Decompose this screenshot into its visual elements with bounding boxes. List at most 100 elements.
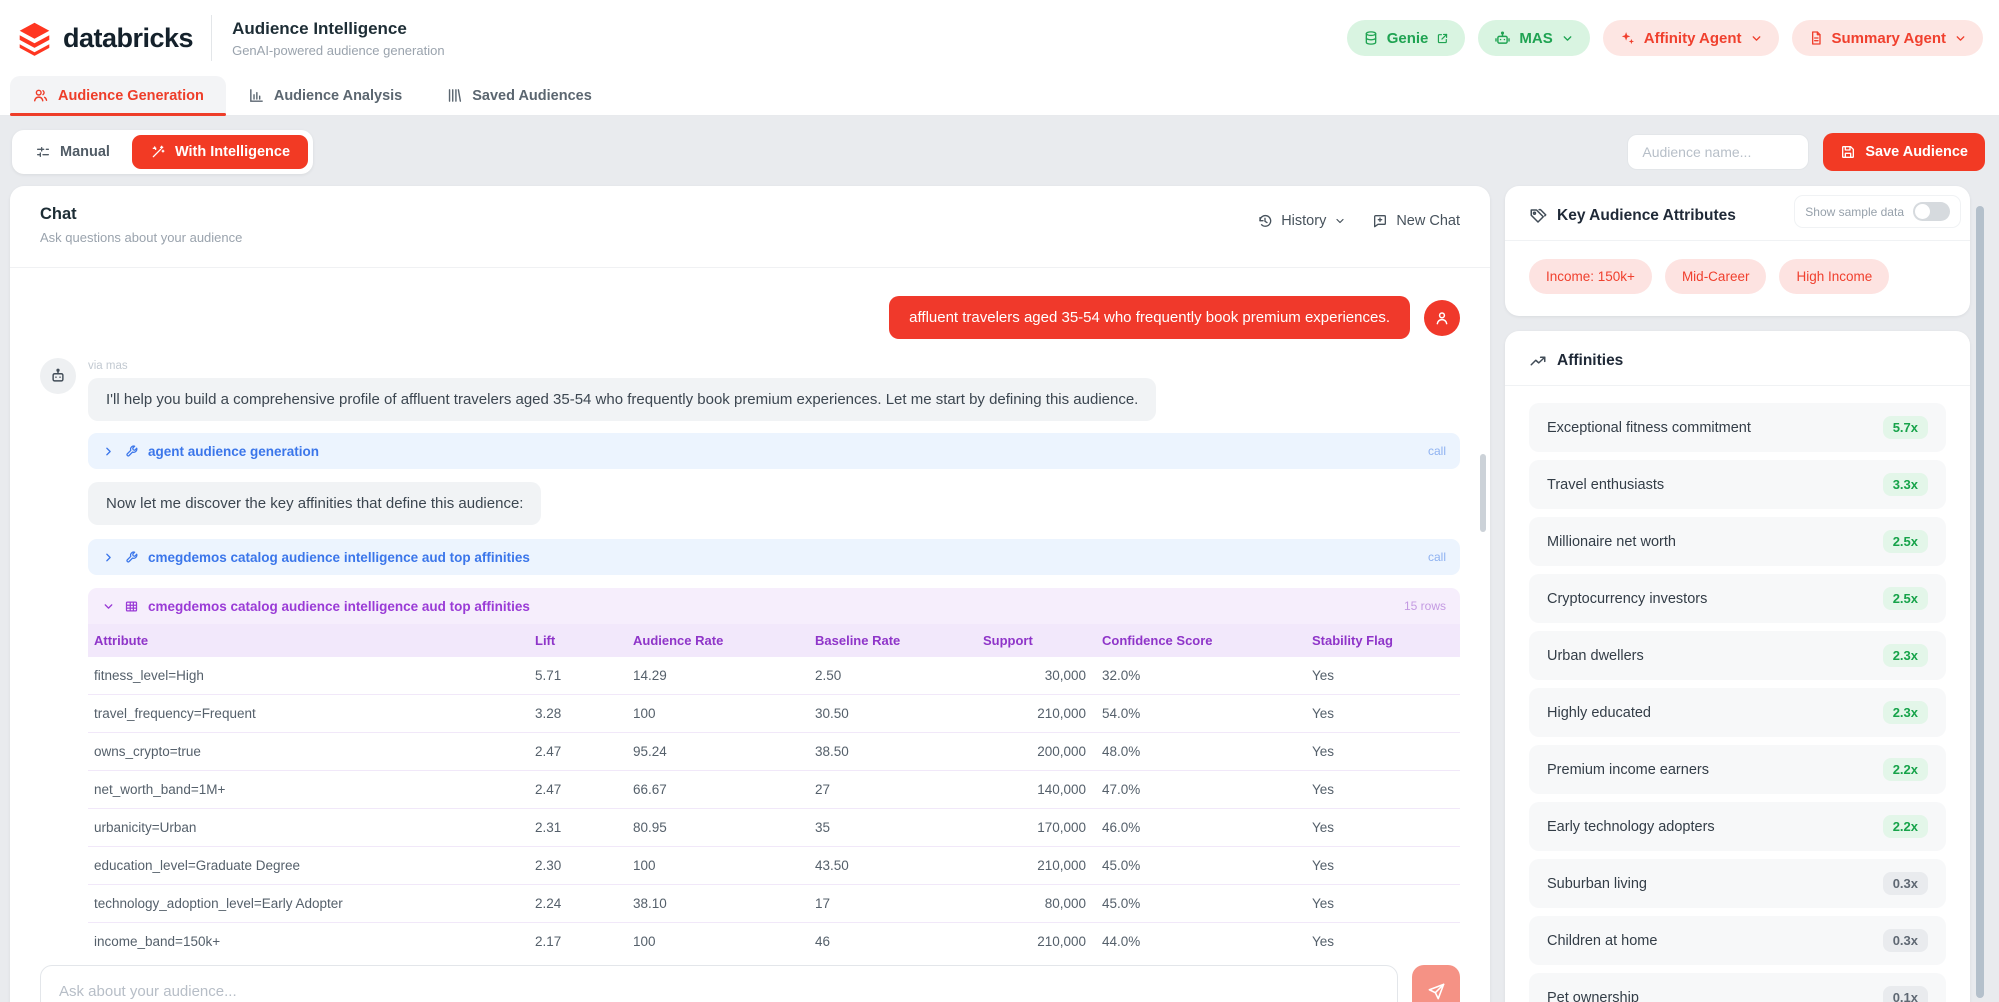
chevron-down-icon bbox=[1750, 32, 1763, 45]
sidebar-scrollbar[interactable] bbox=[1976, 206, 1984, 998]
affinity-item[interactable]: Early technology adopters 2.2x bbox=[1529, 802, 1946, 851]
user-message-bubble: affluent travelers aged 35-54 who freque… bbox=[889, 296, 1410, 339]
cell-baseline-rate: 35 bbox=[813, 809, 981, 846]
affinity-lift-badge: 3.3x bbox=[1883, 473, 1928, 496]
cell-stability-flag: Yes bbox=[1310, 695, 1460, 732]
affinity-item[interactable]: Pet ownership 0.1x bbox=[1529, 973, 1946, 1002]
attribute-pills: Income: 150k+ Mid-Career High Income bbox=[1505, 241, 1970, 316]
affinity-lift-badge: 0.3x bbox=[1883, 929, 1928, 952]
right-sidebar: Key Audience Attributes Show sample data… bbox=[1505, 186, 1970, 1002]
affinity-item[interactable]: Exceptional fitness commitment 5.7x bbox=[1529, 403, 1946, 452]
tool-call-label: agent audience generation bbox=[148, 444, 319, 459]
genie-button[interactable]: Genie bbox=[1347, 20, 1466, 56]
tab-saved-audiences[interactable]: Saved Audiences bbox=[424, 76, 614, 115]
cell-lift: 3.28 bbox=[533, 695, 631, 732]
chat-panel: Chat Ask questions about your audience H… bbox=[10, 186, 1490, 1002]
table-row[interactable]: fitness_level=High 5.71 14.29 2.50 30,00… bbox=[88, 657, 1460, 695]
chevron-down-icon bbox=[1334, 215, 1346, 227]
cell-confidence-score: 46.0% bbox=[1100, 809, 1310, 846]
tool-call-label: cmegdemos catalog audience intelligence … bbox=[148, 550, 530, 565]
list-bars-icon bbox=[446, 87, 463, 104]
show-sample-data-control: Show sample data bbox=[1794, 195, 1961, 228]
attribute-pill[interactable]: Income: 150k+ bbox=[1529, 259, 1652, 294]
main-content: Chat Ask questions about your audience H… bbox=[10, 186, 1985, 1002]
cell-stability-flag: Yes bbox=[1310, 657, 1460, 694]
history-button[interactable]: History bbox=[1257, 213, 1346, 229]
cell-lift: 2.47 bbox=[533, 771, 631, 808]
cell-baseline-rate: 2.50 bbox=[813, 657, 981, 694]
save-audience-button[interactable]: Save Audience bbox=[1823, 133, 1985, 171]
mas-button[interactable]: MAS bbox=[1478, 20, 1589, 56]
audience-name-input[interactable] bbox=[1627, 134, 1809, 170]
tool-result-header[interactable]: cmegdemos catalog audience intelligence … bbox=[88, 588, 1460, 624]
table-row[interactable]: technology_adoption_level=Early Adopter … bbox=[88, 885, 1460, 923]
affinity-agent-label: Affinity Agent bbox=[1644, 30, 1742, 47]
cell-stability-flag: Yes bbox=[1310, 809, 1460, 846]
affinity-item[interactable]: Urban dwellers 2.3x bbox=[1529, 631, 1946, 680]
databricks-logo-icon bbox=[16, 20, 53, 57]
table-column-header: Support bbox=[981, 624, 1100, 657]
affinity-label: Millionaire net worth bbox=[1547, 534, 1676, 550]
affinity-item[interactable]: Cryptocurrency investors 2.5x bbox=[1529, 574, 1946, 623]
history-icon bbox=[1257, 213, 1273, 229]
tab-audience-generation[interactable]: Audience Generation bbox=[10, 76, 226, 115]
new-chat-button[interactable]: New Chat bbox=[1372, 213, 1460, 229]
affinity-item[interactable]: Travel enthusiasts 3.3x bbox=[1529, 460, 1946, 509]
cell-attribute: owns_crypto=true bbox=[92, 733, 533, 770]
table-row[interactable]: travel_frequency=Frequent 3.28 100 30.50… bbox=[88, 695, 1460, 733]
assistant-message-2-row: Now let me discover the key affinities t… bbox=[88, 482, 1460, 525]
show-sample-data-label: Show sample data bbox=[1805, 205, 1904, 219]
tab-audience-analysis[interactable]: Audience Analysis bbox=[226, 76, 424, 115]
affinity-label: Exceptional fitness commitment bbox=[1547, 420, 1751, 436]
send-icon bbox=[1427, 982, 1446, 1001]
database-icon bbox=[1363, 30, 1379, 46]
affinity-lift-badge: 2.2x bbox=[1883, 758, 1928, 781]
affinity-label: Urban dwellers bbox=[1547, 648, 1644, 664]
manual-label: Manual bbox=[60, 144, 110, 160]
chat-scrollbar[interactable] bbox=[1480, 454, 1486, 532]
affinity-agent-button[interactable]: Affinity Agent bbox=[1603, 20, 1779, 56]
cell-support: 80,000 bbox=[981, 885, 1100, 922]
with-intelligence-button[interactable]: With Intelligence bbox=[132, 135, 308, 169]
cell-baseline-rate: 17 bbox=[813, 885, 981, 922]
cell-attribute: travel_frequency=Frequent bbox=[92, 695, 533, 732]
affinity-lift-badge: 2.5x bbox=[1883, 587, 1928, 610]
affinity-item[interactable]: Children at home 0.3x bbox=[1529, 916, 1946, 965]
document-icon bbox=[1808, 30, 1824, 46]
table-row[interactable]: education_level=Graduate Degree 2.30 100… bbox=[88, 847, 1460, 885]
table-row[interactable]: urbanicity=Urban 2.31 80.95 35 170,000 4… bbox=[88, 809, 1460, 847]
affinity-label: Early technology adopters bbox=[1547, 819, 1715, 835]
table-header-row: AttributeLiftAudience RateBaseline RateS… bbox=[88, 624, 1460, 657]
show-sample-data-toggle[interactable] bbox=[1913, 202, 1950, 221]
send-button[interactable] bbox=[1412, 965, 1460, 1002]
table-column-header: Stability Flag bbox=[1310, 624, 1460, 657]
affinity-item[interactable]: Millionaire net worth 2.5x bbox=[1529, 517, 1946, 566]
cell-audience-rate: 14.29 bbox=[631, 657, 813, 694]
cell-lift: 2.30 bbox=[533, 847, 631, 884]
affinity-item[interactable]: Highly educated 2.3x bbox=[1529, 688, 1946, 737]
attribute-pill[interactable]: Mid-Career bbox=[1665, 259, 1767, 294]
affinity-item[interactable]: Suburban living 0.3x bbox=[1529, 859, 1946, 908]
assistant-message-bubble: I'll help you build a comprehensive prof… bbox=[88, 378, 1156, 421]
header-divider bbox=[211, 15, 212, 61]
table-row[interactable]: net_worth_band=1M+ 2.47 66.67 27 140,000… bbox=[88, 771, 1460, 809]
cell-audience-rate: 100 bbox=[631, 695, 813, 732]
table-row[interactable]: owns_crypto=true 2.47 95.24 38.50 200,00… bbox=[88, 733, 1460, 771]
affinity-item[interactable]: Premium income earners 2.2x bbox=[1529, 745, 1946, 794]
cell-support: 140,000 bbox=[981, 771, 1100, 808]
summary-agent-button[interactable]: Summary Agent bbox=[1792, 20, 1983, 56]
cell-lift: 5.71 bbox=[533, 657, 631, 694]
attribute-pill[interactable]: High Income bbox=[1779, 259, 1889, 294]
manual-mode-button[interactable]: Manual bbox=[17, 135, 128, 169]
tool-call-row-agent-audience-generation[interactable]: agent audience generation call bbox=[88, 433, 1460, 469]
mode-switcher: Manual With Intelligence bbox=[12, 130, 313, 174]
tool-call-row-top-affinities[interactable]: cmegdemos catalog audience intelligence … bbox=[88, 539, 1460, 575]
table-body: fitness_level=High 5.71 14.29 2.50 30,00… bbox=[88, 657, 1460, 999]
chat-input-row bbox=[10, 951, 1490, 1002]
history-label: History bbox=[1281, 213, 1326, 229]
cell-audience-rate: 66.67 bbox=[631, 771, 813, 808]
brand-wordmark: databricks bbox=[63, 23, 193, 54]
chat-input[interactable] bbox=[40, 965, 1398, 1002]
app-header: databricks Audience Intelligence GenAI-p… bbox=[0, 0, 1999, 76]
user-message-row: affluent travelers aged 35-54 who freque… bbox=[40, 296, 1460, 339]
